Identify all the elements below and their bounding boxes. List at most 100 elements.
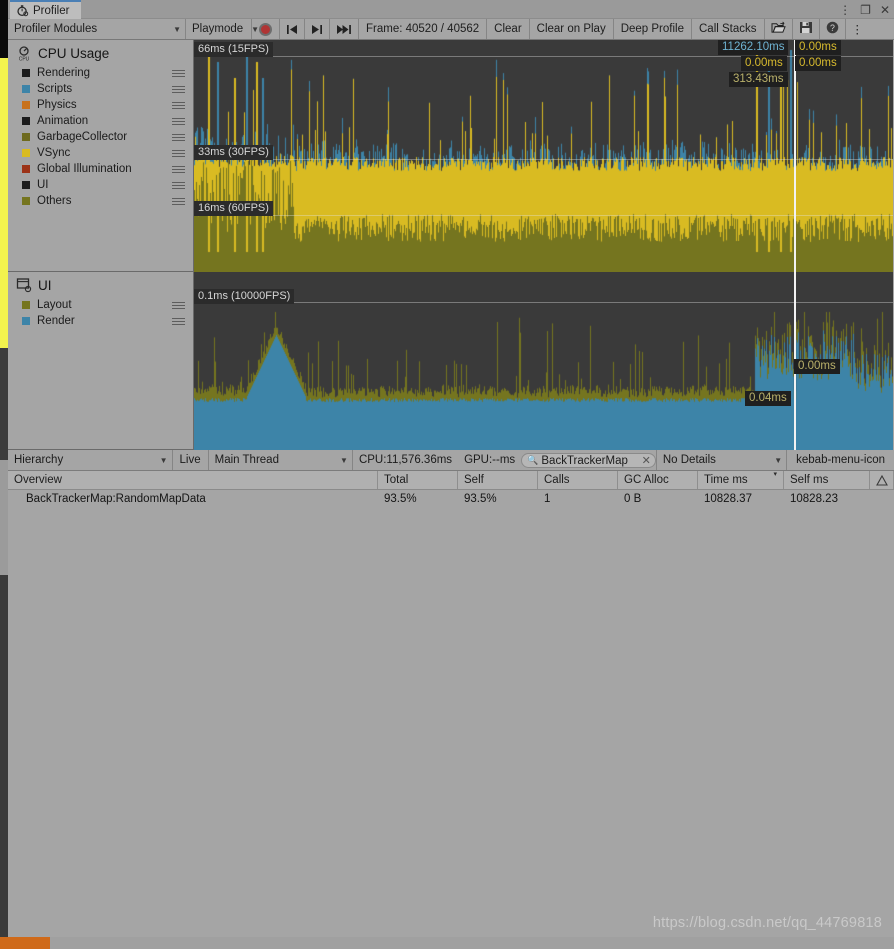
call-stacks-toggle[interactable]: Call Stacks <box>692 19 765 39</box>
save-profile-button[interactable] <box>793 19 820 39</box>
view-type-dropdown[interactable]: Hierarchy ▼ <box>8 450 173 470</box>
thread-dropdown[interactable]: Main Thread ▼ <box>209 450 353 470</box>
drag-handle-icon[interactable] <box>172 117 185 125</box>
cell-self: 93.5% <box>464 493 497 505</box>
record-icon <box>259 22 272 36</box>
playmode-dropdown[interactable]: Playmode ▼ <box>186 19 259 39</box>
legend-label: Layout <box>37 299 72 311</box>
column-header-overview[interactable]: Overview <box>8 471 378 489</box>
thread-label: Main Thread <box>214 454 279 466</box>
drag-handle-icon[interactable] <box>172 85 185 93</box>
drag-handle-icon[interactable] <box>172 133 185 141</box>
module-ui: UI Layout Render 0.1ms (10000FPS) 0.00ms… <box>8 272 894 450</box>
column-label: Time ms <box>704 474 748 486</box>
drag-handle-icon[interactable] <box>172 165 185 173</box>
legend-label: Global Illumination <box>37 163 132 175</box>
legend-label: Animation <box>37 115 89 127</box>
stopwatch-icon <box>16 4 29 17</box>
cpu-usage-graph[interactable]: 66ms (15FPS) 33ms (30FPS) 16ms (60FPS) 1… <box>194 40 893 272</box>
clear-on-play-toggle[interactable]: Clear on Play <box>530 19 614 39</box>
ui-module-title[interactable]: UI <box>8 272 193 297</box>
legend-swatch <box>22 133 30 141</box>
legend-item-global-illumination[interactable]: Global Illumination <box>8 161 193 177</box>
column-header-total[interactable]: Total <box>378 471 458 489</box>
legend-item-others[interactable]: Others <box>8 193 193 209</box>
cpu-module-title[interactable]: CPU CPU Usage <box>8 40 193 65</box>
drag-handle-icon[interactable] <box>172 101 185 109</box>
folder-open-icon <box>771 21 786 37</box>
drag-handle-icon[interactable] <box>172 301 185 309</box>
deep-profile-toggle[interactable]: Deep Profile <box>614 19 692 39</box>
legend-item-physics[interactable]: Physics <box>8 97 193 113</box>
tooltip-vsync-ms-3: 0.00ms <box>795 56 841 71</box>
last-frame-button[interactable] <box>330 19 359 39</box>
load-profile-button[interactable] <box>765 19 793 39</box>
gpu-time-label: GPU:--ms <box>464 454 516 466</box>
cell-self-ms: 10828.23 <box>790 493 838 505</box>
search-icon: 🔍 <box>527 455 539 465</box>
tab-profiler[interactable]: Profiler <box>10 0 82 19</box>
drag-handle-icon[interactable] <box>172 181 185 189</box>
column-header-self-ms[interactable]: Self ms <box>784 471 870 489</box>
legend-item-render[interactable]: Render <box>8 313 193 329</box>
profiler-modules-dropdown[interactable]: Profiler Modules ▼ <box>8 19 186 39</box>
window-menu-icon[interactable]: ⋮ <box>839 4 851 16</box>
drag-handle-icon[interactable] <box>172 317 185 325</box>
help-button[interactable]: ? <box>820 19 846 39</box>
call-stacks-label: Call Stacks <box>699 23 757 35</box>
svg-text:?: ? <box>830 23 835 33</box>
tooltip-scripts-ms: 11262.10ms <box>718 40 789 55</box>
table-row[interactable]: BackTrackerMap:RandomMapData 93.5% 93.5%… <box>8 490 894 508</box>
column-header-self[interactable]: Self <box>458 471 538 489</box>
legend-item-scripts[interactable]: Scripts <box>8 81 193 97</box>
window-maximize-icon[interactable]: ❐ <box>860 4 871 16</box>
next-frame-button[interactable] <box>305 19 330 39</box>
details-dropdown[interactable]: No Details ▼ <box>655 450 788 470</box>
column-header-warnings[interactable] <box>870 471 894 489</box>
legend-item-vsync[interactable]: VSync <box>8 145 193 161</box>
details-toolbar: Hierarchy ▼ Live Main Thread ▼ CPU:11,57… <box>8 450 894 471</box>
ui-module-sidebar: UI Layout Render <box>8 272 194 450</box>
legend-item-ui[interactable]: UI <box>8 177 193 193</box>
first-frame-button[interactable] <box>280 19 305 39</box>
ui-legend-list: Layout Render <box>8 297 193 329</box>
legend-swatch <box>22 149 30 157</box>
drag-handle-icon[interactable] <box>172 149 185 157</box>
column-header-time-ms[interactable]: Time ms <box>698 470 784 489</box>
details-options-button[interactable]: kebab-menu-icon <box>787 450 894 470</box>
gridline-16ms <box>194 215 893 216</box>
cell-warning <box>870 490 894 508</box>
column-header-calls[interactable]: Calls <box>538 471 618 489</box>
current-frame-marker[interactable] <box>794 40 796 272</box>
legend-swatch <box>22 317 30 325</box>
window-close-icon[interactable]: ✕ <box>880 4 890 16</box>
search-value[interactable]: BackTrackerMap <box>541 455 638 467</box>
ui-graph[interactable]: 0.1ms (10000FPS) 0.00ms 0.04ms <box>194 272 893 450</box>
clear-button[interactable]: Clear <box>487 19 530 39</box>
legend-item-garbagecollector[interactable]: GarbageCollector <box>8 129 193 145</box>
column-header-gc-alloc[interactable]: GC Alloc <box>618 471 698 489</box>
tooltip-others-ms: 313.43ms <box>729 72 788 87</box>
drag-handle-icon[interactable] <box>172 69 185 77</box>
search-input[interactable]: 🔍 BackTrackerMap ✕ <box>521 453 656 468</box>
charts-area: CPU CPU Usage Rendering Scripts Physics … <box>8 40 894 450</box>
legend-label: Physics <box>37 99 77 111</box>
clear-search-icon[interactable]: ✕ <box>642 454 651 467</box>
legend-swatch <box>22 301 30 309</box>
legend-item-rendering[interactable]: Rendering <box>8 65 193 81</box>
tooltip-ui-render-ms: 0.04ms <box>745 391 791 406</box>
gridline-0-1ms <box>194 302 893 303</box>
legend-swatch <box>22 101 30 109</box>
profiler-options-button[interactable]: ⋮ <box>846 19 870 39</box>
legend-label: Render <box>37 315 75 327</box>
legend-label: VSync <box>37 147 71 159</box>
legend-swatch <box>22 197 30 205</box>
ui-graph-canvas <box>194 272 893 450</box>
live-toggle[interactable]: Live <box>173 450 209 470</box>
tab-label: Profiler <box>33 4 70 17</box>
legend-item-layout[interactable]: Layout <box>8 297 193 313</box>
gridline-label-16ms: 16ms (60FPS) <box>194 201 273 216</box>
legend-item-animation[interactable]: Animation <box>8 113 193 129</box>
cell-total: 93.5% <box>384 493 417 505</box>
drag-handle-icon[interactable] <box>172 197 185 205</box>
